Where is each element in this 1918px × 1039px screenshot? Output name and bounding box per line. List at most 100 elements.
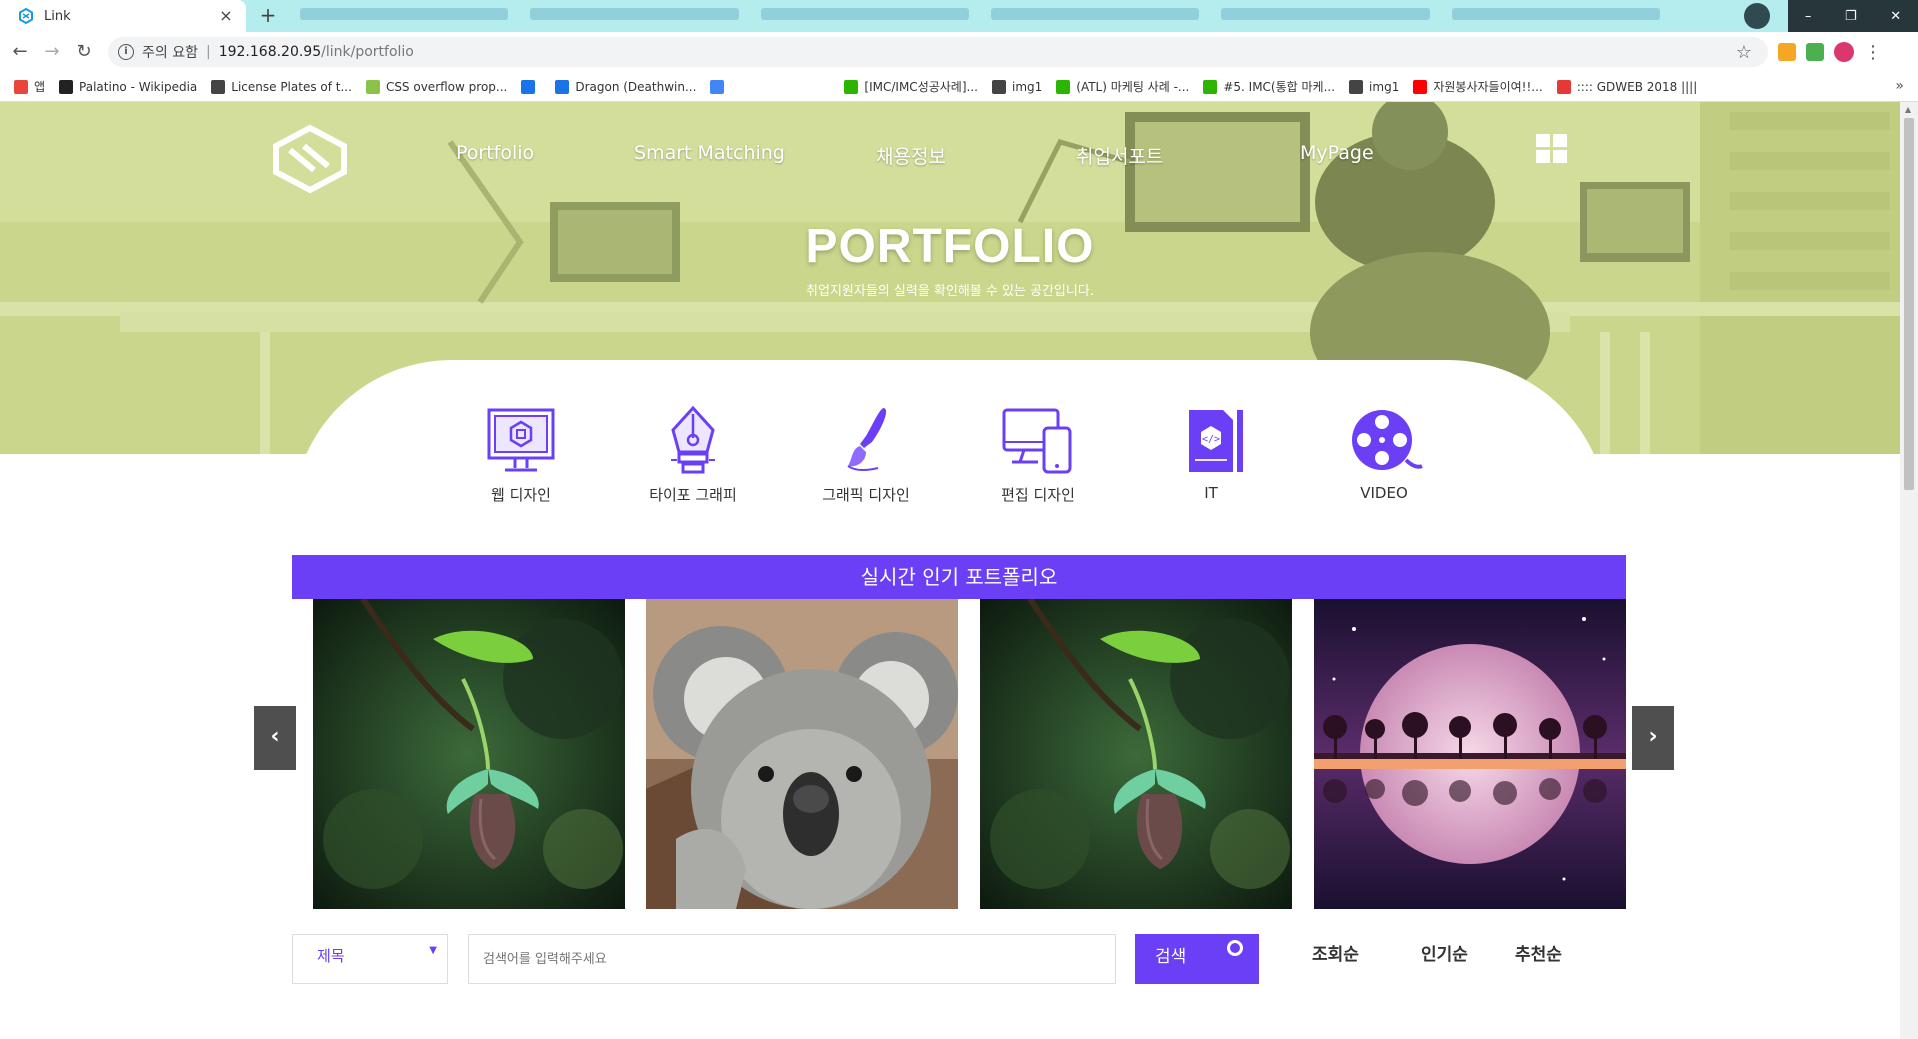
flower-bud-image [980, 599, 1292, 909]
bookmarks-bar: 앱 Palatino - Wikipedia License Plates of t… [0, 72, 1918, 102]
bookmark-item[interactable]: [IMC/IMC성공사례]... [844, 78, 978, 95]
background-tab[interactable] [530, 8, 739, 20]
url-path[interactable]: /link/portfolio [321, 44, 414, 60]
back-icon[interactable]: ← [8, 40, 32, 64]
tab-close-icon[interactable]: × [218, 8, 234, 24]
scroll-up-icon[interactable]: ▲ [1905, 105, 1911, 114]
bookmark-item[interactable]: 자원봉사자들이여!!... [1413, 78, 1543, 95]
security-warning[interactable]: 주의 요함 [142, 42, 198, 62]
bookmark-label: CSS overflow prop... [385, 79, 508, 94]
category-graphic-design[interactable]: 그래픽 디자인 [796, 404, 936, 505]
background-tab[interactable] [990, 8, 1200, 20]
portfolio-slide[interactable] [313, 599, 625, 909]
globe-icon [1349, 79, 1364, 94]
tab-title: Link [44, 8, 71, 24]
address-bar[interactable]: i 주의 요함 | 192.168.20.95 /link/portfolio … [108, 37, 1768, 67]
bookmark-item[interactable]: CSS overflow prop... [365, 79, 508, 94]
sort-by-views[interactable]: 조회순 [1312, 940, 1359, 965]
info-icon[interactable]: i [118, 44, 134, 60]
background-tab[interactable] [760, 8, 969, 20]
bookmark-label: img1 [1011, 79, 1043, 94]
popular-portfolio-header: 실시간 인기 포트폴리오 [292, 555, 1626, 599]
menu-grid-icon[interactable] [1536, 134, 1568, 164]
category-it[interactable]: </> IT [1141, 404, 1281, 502]
search-category-select[interactable]: 제목 ▼ [292, 934, 448, 984]
page-viewport: Portfolio Smart Matching 채용정보 취업서포트 MyPa… [0, 102, 1900, 1039]
bookmark-item[interactable]: Palatino - Wikipedia [59, 79, 197, 94]
nav-jobs[interactable]: 채용정보 [876, 142, 946, 169]
bookmarks-overflow-icon[interactable]: » [1895, 78, 1904, 94]
nav-portfolio[interactable]: Portfolio [456, 142, 534, 164]
bookmark-label: :::: GDWEB 2018 |||| [1576, 79, 1698, 94]
minimize-icon[interactable]: – [1805, 9, 1812, 24]
gdweb-icon [1556, 79, 1571, 94]
sort-by-recommend[interactable]: 추천순 [1515, 940, 1562, 965]
bookmark-label: 자원봉사자들이여!!... [1433, 80, 1543, 94]
url-divider: | [205, 44, 211, 60]
bookmark-item[interactable]: Dragon (Deathwin... [555, 79, 696, 94]
profile-icon[interactable] [1744, 3, 1770, 29]
bookmark-item[interactable]: License Plates of t... [211, 79, 352, 94]
bookmark-star-icon[interactable]: ☆ [1736, 42, 1752, 63]
user-avatar[interactable] [1834, 42, 1854, 62]
background-tab[interactable] [300, 8, 509, 20]
site-logo-icon[interactable] [270, 124, 350, 194]
extension-icon[interactable] [1806, 43, 1824, 61]
new-tab-button[interactable]: + [256, 5, 280, 27]
restore-icon[interactable]: ❐ [1845, 9, 1857, 24]
category-web-design[interactable]: 웹 디자인 [451, 404, 591, 505]
wikipedia-icon [59, 79, 74, 94]
chevron-down-icon: ▼ [429, 945, 437, 956]
close-window-icon[interactable]: ✕ [1890, 9, 1901, 24]
sort-by-popularity[interactable]: 인기순 [1421, 940, 1468, 965]
devices-icon [1002, 408, 1072, 474]
category-label: 웹 디자인 [491, 486, 551, 504]
bookmark-item[interactable]: (ATL) 마케팅 사례 -... [1056, 78, 1189, 95]
page-scrollbar[interactable]: ▲ [1900, 102, 1918, 1039]
carousel-prev-button[interactable]: ‹ [254, 706, 296, 770]
category-label: 편집 디자인 [1001, 486, 1075, 504]
menu-kebab-icon[interactable]: ⋮ [1864, 42, 1882, 63]
carousel-next-button[interactable]: › [1632, 706, 1674, 770]
portfolio-slide[interactable] [980, 599, 1292, 909]
scroll-thumb[interactable] [1904, 118, 1914, 490]
bookmark-item[interactable]: 앱 [14, 78, 45, 95]
bookmark-item[interactable]: #5. IMC(통합 마케... [1203, 78, 1335, 95]
search-button[interactable]: 검색 [1135, 934, 1259, 984]
search-input[interactable] [468, 934, 1116, 984]
background-tab[interactable] [1451, 8, 1660, 20]
url-host[interactable]: 192.168.20.95 [219, 44, 321, 60]
portfolio-slide[interactable] [646, 599, 958, 909]
bookmark-item[interactable] [521, 79, 541, 94]
pink-moon-image [1314, 599, 1626, 909]
hero-subtitle: 취업지원자들의 실력을 확인해볼 수 있는 공간입니다. [806, 284, 1094, 299]
pen-nib-icon [671, 405, 715, 474]
extension-icon[interactable] [1778, 43, 1796, 61]
apps-grid-icon [14, 79, 28, 94]
nav-career-support[interactable]: 취업서포트 [1076, 142, 1163, 169]
bookmark-item[interactable] [710, 79, 730, 94]
reload-icon[interactable]: ↻ [72, 40, 96, 64]
search-button-label: 검색 [1155, 947, 1187, 967]
code-file-icon: </> [1189, 410, 1243, 472]
background-tab[interactable] [1221, 8, 1430, 20]
bookmark-item[interactable]: :::: GDWEB 2018 |||| [1556, 79, 1698, 94]
portfolio-slide[interactable] [1314, 599, 1626, 909]
category-typography[interactable]: 타이포 그래피 [623, 404, 763, 505]
svg-text:</>: </> [1202, 434, 1220, 445]
globe-icon [991, 79, 1006, 94]
nav-smart-matching[interactable]: Smart Matching [634, 142, 785, 164]
translate-icon [555, 79, 570, 94]
forward-icon[interactable]: → [40, 40, 64, 64]
bookmark-item[interactable]: img1 [1349, 79, 1399, 94]
bookmark-item[interactable]: img1 [991, 79, 1043, 94]
browser-tab-active[interactable]: Link × [0, 0, 246, 32]
translate-icon [521, 79, 536, 94]
css-icon [365, 79, 380, 94]
category-editorial-design[interactable]: 편집 디자인 [968, 404, 1108, 505]
bookmark-label: License Plates of t... [231, 79, 352, 94]
nav-mypage[interactable]: MyPage [1300, 142, 1374, 164]
bookmark-label: (ATL) 마케팅 사례 -... [1076, 80, 1190, 94]
hero-title: PORTFOLIO [805, 220, 1095, 273]
category-video[interactable]: VIDEO [1314, 404, 1454, 502]
